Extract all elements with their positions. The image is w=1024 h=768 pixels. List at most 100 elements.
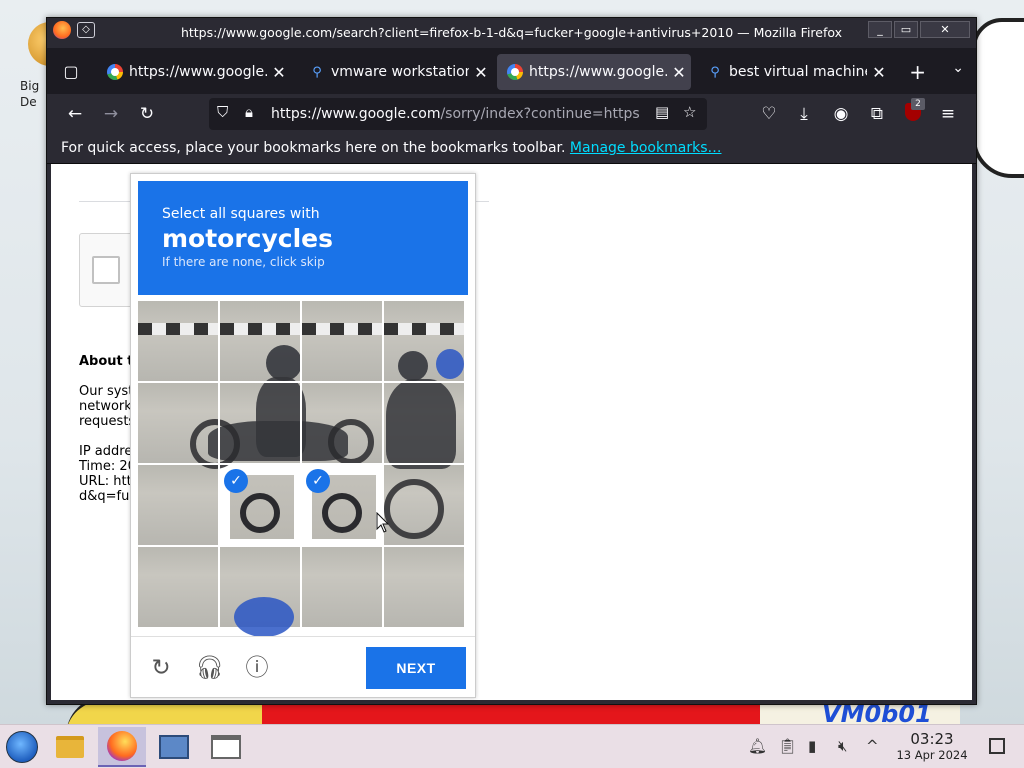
captcha-tile[interactable]: ✓: [220, 465, 300, 545]
captcha-tile[interactable]: [302, 547, 382, 627]
system-settings-button[interactable]: [150, 727, 198, 767]
tab-vmware-workstation[interactable]: ⚲ vmware workstation ✕: [299, 54, 493, 90]
battery-icon[interactable]: ▮: [808, 737, 816, 755]
bookmark-star-icon[interactable]: ☆: [683, 103, 696, 121]
minimize-button[interactable]: _: [868, 21, 892, 38]
grid-line: [138, 545, 466, 547]
show-desktop-button[interactable]: [989, 738, 1005, 754]
tray-expand-icon[interactable]: ^: [866, 737, 879, 755]
forward-button[interactable]: →: [97, 100, 125, 128]
tab-best-virtual-machine[interactable]: ⚲ best virtual machine ✕: [697, 54, 891, 90]
search-icon: ⚲: [710, 64, 720, 80]
headphones-icon[interactable]: 🎧︎: [195, 654, 224, 682]
time-line: Time: 20: [79, 459, 136, 474]
window-icon: [211, 735, 241, 759]
firefox-view-button[interactable]: ▢: [57, 58, 85, 86]
grid-line: [382, 301, 384, 628]
captcha-grid: ✓ ✓: [138, 301, 466, 637]
search-icon: ⚲: [312, 64, 322, 80]
captcha-hint: If there are none, click skip: [162, 255, 325, 269]
navigation-toolbar: ← → ↻ ⛉ 🔒︎ https://www.google.com/sorry/…: [47, 94, 976, 134]
clock[interactable]: 03:23 13 Apr 2024: [892, 731, 972, 763]
pocket-icon[interactable]: ♡: [755, 100, 783, 128]
notifications-icon[interactable]: 🔔︎: [748, 737, 767, 755]
window-title: https://www.google.com/search?client=fir…: [180, 25, 843, 40]
list-all-tabs-button[interactable]: ⌄: [952, 60, 964, 76]
muted-speaker-icon[interactable]: 🔇︎: [838, 737, 847, 755]
captcha-tile[interactable]: [302, 301, 382, 381]
file-manager-button[interactable]: [46, 727, 94, 767]
downloads-icon[interactable]: ⤓: [790, 100, 818, 128]
lock-icon[interactable]: 🔒︎: [245, 103, 253, 121]
info-icon[interactable]: ⓘ: [243, 654, 271, 682]
manage-bookmarks-link[interactable]: Manage bookmarks…: [570, 140, 722, 156]
captcha-tile[interactable]: [138, 383, 218, 463]
reload-icon[interactable]: ↻: [147, 654, 175, 682]
google-icon: [107, 64, 123, 80]
tab-label: best virtual machine: [729, 64, 867, 80]
captcha-footer: ↻ 🎧︎ ⓘ NEXT: [131, 636, 475, 698]
clock-time: 03:23: [910, 730, 954, 748]
window-button[interactable]: [202, 727, 250, 767]
page-paragraph-line: network.: [79, 399, 136, 414]
title-bar[interactable]: ◇ https://www.google.com/search?client=f…: [47, 18, 976, 48]
google-icon: [507, 64, 523, 80]
taskbar: 🔔︎ 📋︎ ▮ 🔇︎ ^ 03:23 13 Apr 2024: [0, 724, 1024, 768]
tab-close-button[interactable]: ✕: [469, 63, 493, 82]
close-button[interactable]: ✕: [920, 21, 970, 38]
captcha-target: motorcycles: [162, 224, 334, 253]
monitor-icon: [159, 735, 189, 759]
firefox-icon: [107, 731, 137, 761]
captcha-tile[interactable]: [384, 383, 464, 463]
folder-icon: [56, 736, 84, 758]
captcha-tile[interactable]: [384, 301, 464, 381]
captcha-tile[interactable]: [138, 547, 218, 627]
account-icon[interactable]: ◉: [827, 100, 855, 128]
tab-close-button[interactable]: ✕: [267, 63, 291, 82]
tab-label: https://www.google.c: [529, 64, 667, 80]
bookmarks-hint: For quick access, place your bookmarks h…: [61, 140, 566, 156]
recaptcha-checkbox[interactable]: [92, 256, 120, 284]
check-icon: ✓: [306, 469, 330, 493]
tab-google-active[interactable]: https://www.google.c ✕: [497, 54, 691, 90]
captcha-header: Select all squares with motorcycles If t…: [138, 181, 468, 295]
bookmarks-toolbar: For quick access, place your bookmarks h…: [47, 134, 976, 164]
menu-icon[interactable]: ≡: [934, 100, 962, 128]
captcha-tile[interactable]: [220, 383, 300, 463]
clock-date: 13 Apr 2024: [896, 748, 968, 762]
back-button[interactable]: ←: [61, 100, 89, 128]
captcha-tile[interactable]: [220, 301, 300, 381]
extensions-icon[interactable]: ⧉: [863, 100, 891, 128]
captcha-tile[interactable]: ✓: [302, 465, 382, 545]
tab-label: https://www.google.c: [129, 64, 267, 80]
captcha-instruction: Select all squares with: [162, 206, 320, 222]
tab-label: vmware workstation: [331, 64, 469, 80]
shield-icon[interactable]: ⛉: [217, 103, 228, 121]
new-tab-button[interactable]: +: [909, 60, 926, 84]
tab-bar: ▢ https://www.google.c ✕ ⚲ vmware workst…: [47, 48, 976, 94]
page-paragraph-line: requests: [79, 414, 136, 429]
url-text[interactable]: https://www.google.com/sorry/index?conti…: [271, 106, 641, 122]
grid-line: [138, 381, 466, 383]
captcha-challenge: Select all squares with motorcycles If t…: [130, 173, 476, 698]
captcha-tile[interactable]: [138, 301, 218, 381]
captcha-tile[interactable]: [220, 547, 300, 627]
captcha-tile[interactable]: [384, 547, 464, 627]
reader-view-icon[interactable]: ▤: [655, 103, 669, 121]
url-bar[interactable]: ⛉ 🔒︎ https://www.google.com/sorry/index?…: [209, 98, 707, 130]
maximize-button[interactable]: ▭: [894, 21, 918, 38]
firefox-taskbar-button[interactable]: [98, 727, 146, 767]
captcha-tile[interactable]: [302, 383, 382, 463]
ublock-badge: 2: [911, 98, 925, 110]
next-button[interactable]: NEXT: [366, 647, 466, 689]
captcha-tile[interactable]: [138, 465, 218, 545]
check-icon: ✓: [224, 469, 248, 493]
tab-close-button[interactable]: ✕: [867, 63, 891, 82]
start-button[interactable]: [6, 731, 38, 763]
tab-close-button[interactable]: ✕: [667, 63, 691, 82]
tab-google-1[interactable]: https://www.google.c ✕: [97, 54, 291, 90]
reload-button[interactable]: ↻: [133, 100, 161, 128]
grid-line: [138, 463, 466, 465]
clipboard-icon[interactable]: 📋︎: [778, 737, 797, 755]
captcha-tile[interactable]: [384, 465, 464, 545]
